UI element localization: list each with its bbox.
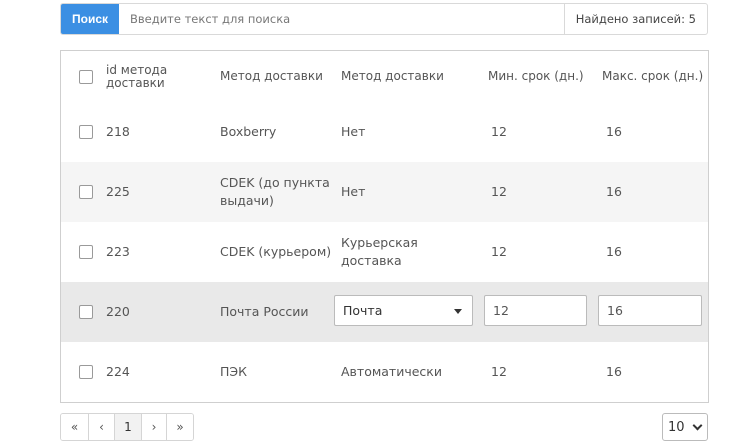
row-max-days: 16 [606,124,622,139]
search-bar: Поиск Найдено записей: 5 [60,3,708,35]
column-header-id[interactable]: id метода доставки [106,51,206,102]
row-checkbox[interactable] [79,185,93,199]
row-name: CDEK (до пункта выдачи) [220,175,330,208]
first-page-button[interactable]: « [61,414,89,440]
select-all-checkbox[interactable] [79,69,93,84]
table-row[interactable]: 223 CDEK (курьером) Курьерская доставка … [61,222,708,282]
last-page-button[interactable]: » [167,414,193,440]
row-max-days: 16 [606,184,622,199]
row-checkbox[interactable] [79,305,93,319]
delivery-methods-table: id метода доставки Метод доставки Метод … [60,50,709,403]
row-method: Автоматически [341,364,442,379]
method-select[interactable]: Почта [334,295,473,326]
prev-page-button[interactable]: ‹ [89,414,115,440]
max-days-input[interactable] [598,295,702,326]
row-max-days: 16 [606,364,622,379]
row-max-days: 16 [606,244,622,259]
table-row-editing[interactable]: 220 Почта России Почта [61,282,708,342]
row-method: Нет [341,124,366,139]
method-select-value: Почта [343,303,383,318]
row-checkbox[interactable] [79,125,93,139]
row-min-days: 12 [491,364,507,379]
table-row[interactable]: 218 Boxberry Нет 12 16 [61,102,708,162]
search-button[interactable]: Поиск [61,4,119,34]
caret-down-icon [454,309,462,314]
row-id: 224 [106,364,130,379]
row-min-days: 12 [491,184,507,199]
row-checkbox[interactable] [79,365,93,379]
column-header-method[interactable]: Метод доставки [341,51,471,102]
table-row[interactable]: 224 ПЭК Автоматически 12 16 [61,342,708,402]
column-header-max-days[interactable]: Макс. срок (дн.) [602,51,708,102]
table-row[interactable]: 225 CDEK (до пункта выдачи) Нет 12 16 [61,162,708,222]
table-header: id метода доставки Метод доставки Метод … [61,51,708,102]
row-id: 225 [106,184,130,199]
row-id: 218 [106,124,130,139]
next-page-button[interactable]: › [142,414,167,440]
per-page-select[interactable]: 10 [662,413,708,441]
row-name: ПЭК [220,364,248,379]
column-header-min-days[interactable]: Мин. срок (дн.) [488,51,598,102]
row-checkbox[interactable] [79,245,93,259]
row-method: Нет [341,184,366,199]
row-name: Почта России [220,304,309,319]
pagination: « ‹ 1 › » [60,413,194,441]
chevron-down-icon [692,420,703,431]
records-found-count: Найдено записей: 5 [563,4,707,34]
per-page-value: 10 [668,419,685,435]
row-min-days: 12 [491,124,507,139]
row-method: Курьерская доставка [341,235,418,268]
row-name: Boxberry [220,124,277,139]
row-min-days: 12 [491,244,507,259]
search-input[interactable] [119,4,564,34]
page-button-current[interactable]: 1 [115,414,142,440]
min-days-input[interactable] [484,295,587,326]
row-name: CDEK (курьером) [220,244,332,259]
column-header-name[interactable]: Метод доставки [220,51,332,102]
row-id: 223 [106,244,130,259]
row-id: 220 [106,304,130,319]
